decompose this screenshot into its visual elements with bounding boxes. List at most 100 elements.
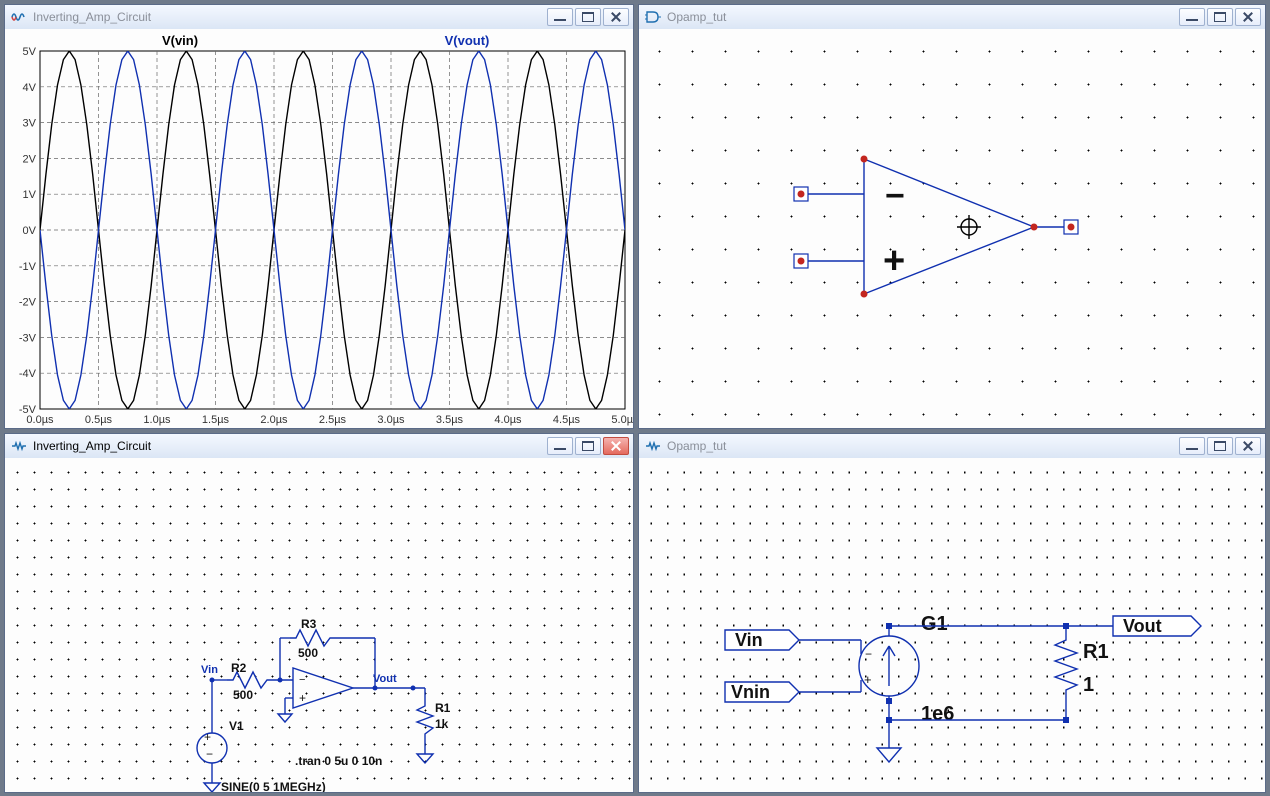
pin-out[interactable] xyxy=(1064,220,1078,234)
vout-port[interactable]: Vout xyxy=(1113,616,1201,636)
plus-sign: + xyxy=(883,240,905,282)
workspace: Inverting_Amp_Circuit 5V 4V 3V 2V 1V 0V -1V -2V… xyxy=(0,0,1270,796)
x-tick-label[interactable]: 1.5µs xyxy=(202,414,230,426)
plot-title: Inverting_Amp_Circuit xyxy=(33,10,541,24)
schematic-canvas[interactable]: + − V1 SINE(0 5 1MEGHz) Vin R2 xyxy=(5,458,633,792)
opamp-symbol[interactable]: − + xyxy=(639,29,1265,428)
maximize-button[interactable] xyxy=(1207,437,1233,455)
subckt-window[interactable]: Opamp_tut Vin Vnin xyxy=(638,433,1266,793)
v1-label[interactable]: V1 xyxy=(229,719,244,733)
maximize-button[interactable] xyxy=(575,8,601,26)
y-tick-label[interactable]: 1V xyxy=(23,189,37,201)
svg-text:+: + xyxy=(883,240,905,282)
vin-port[interactable]: Vin xyxy=(725,630,799,650)
y-tick-label[interactable]: -1V xyxy=(19,261,37,273)
schematic-titlebar[interactable]: Inverting_Amp_Circuit xyxy=(5,434,633,459)
waveform-icon xyxy=(11,9,27,25)
schematic-title: Inverting_Amp_Circuit xyxy=(33,439,541,453)
symbol-icon xyxy=(645,9,661,25)
y-tick-label[interactable]: 3V xyxy=(23,118,37,130)
x-tick-label[interactable]: 4.0µs xyxy=(494,414,522,426)
vin-net-label[interactable]: Vin xyxy=(201,664,218,676)
schematic-window[interactable]: Inverting_Amp_Circuit + − V1 xyxy=(4,433,634,793)
y-tick-label[interactable]: -4V xyxy=(19,368,37,380)
y-tick-label[interactable]: 0V xyxy=(23,225,37,237)
tran-directive[interactable]: .tran 0 5u 0 10n xyxy=(295,754,382,768)
minus-sign: − xyxy=(885,177,905,215)
r1-sub-label[interactable]: R1 xyxy=(1083,641,1109,663)
minimize-button[interactable] xyxy=(1179,8,1205,26)
svg-text:Vin: Vin xyxy=(735,630,763,650)
legend-vin[interactable]: V(vin) xyxy=(162,33,198,48)
symbol-editor-window[interactable]: Opamp_tut xyxy=(638,4,1266,429)
symbol-titlebar[interactable]: Opamp_tut xyxy=(639,5,1265,30)
minimize-button[interactable] xyxy=(1179,437,1205,455)
maximize-button[interactable] xyxy=(575,437,601,455)
y-tick-label[interactable]: -3V xyxy=(19,332,37,344)
y-tick-label[interactable]: 2V xyxy=(23,153,37,165)
close-button[interactable] xyxy=(1235,437,1261,455)
r3-label[interactable]: R3 xyxy=(301,617,317,631)
close-button[interactable] xyxy=(603,8,629,26)
legend-vout[interactable]: V(vout) xyxy=(445,33,490,48)
x-tick-label[interactable]: 5.0µs xyxy=(611,414,633,426)
pin-anchor-bot[interactable] xyxy=(861,291,867,297)
svg-text:−: − xyxy=(206,747,213,761)
r2-label[interactable]: R2 xyxy=(231,661,247,675)
subckt-canvas[interactable]: Vin Vnin − + G1 xyxy=(639,458,1265,792)
svg-text:+: + xyxy=(299,691,306,705)
pin-anchor-top[interactable] xyxy=(861,156,867,162)
r1-value[interactable]: 1k xyxy=(435,717,449,731)
vout-net-label[interactable]: Vout xyxy=(373,673,397,685)
minimize-button[interactable] xyxy=(547,437,573,455)
origin-marker xyxy=(957,215,981,239)
schematic-icon xyxy=(645,438,661,454)
plot-area[interactable]: 5V4V3V2V1V0V-1V-2V-3V-4V-5V 0.0µs0.5µs1.… xyxy=(5,29,633,428)
r3-resistor[interactable] xyxy=(290,630,336,646)
maximize-button[interactable] xyxy=(1207,8,1233,26)
close-button[interactable] xyxy=(1235,8,1261,26)
vnin-port[interactable]: Vnin xyxy=(725,682,799,702)
close-button[interactable] xyxy=(603,437,629,455)
g1-source[interactable]: − + xyxy=(859,636,919,696)
svg-text:−: − xyxy=(865,647,872,661)
subckt-title: Opamp_tut xyxy=(667,439,1173,453)
svg-text:−: − xyxy=(885,177,905,215)
x-tick-label[interactable]: 4.5µs xyxy=(553,414,581,426)
y-tick-label[interactable]: 5V xyxy=(23,46,37,58)
x-tick-label[interactable]: 0.5µs xyxy=(85,414,113,426)
x-tick-label[interactable]: 3.5µs xyxy=(436,414,464,426)
g1-label[interactable]: G1 xyxy=(921,613,948,635)
x-tick-label[interactable]: 3.0µs xyxy=(377,414,405,426)
r1-sub-resistor[interactable] xyxy=(1055,626,1077,720)
subckt-titlebar[interactable]: Opamp_tut xyxy=(639,434,1265,459)
r1-sub-value[interactable]: 1 xyxy=(1083,674,1094,696)
v1-source[interactable]: + − xyxy=(197,680,227,792)
svg-text:−: − xyxy=(299,674,305,686)
r1-resistor[interactable] xyxy=(417,702,433,740)
r1-label[interactable]: R1 xyxy=(435,701,451,715)
schematic-icon xyxy=(11,438,27,454)
svg-text:Vnin: Vnin xyxy=(731,682,770,702)
x-tick-label[interactable]: 0.0µs xyxy=(26,414,54,426)
opamp-instance[interactable]: − + xyxy=(293,668,353,708)
minimize-button[interactable] xyxy=(547,8,573,26)
symbol-canvas[interactable]: − + xyxy=(639,29,1265,428)
svg-text:+: + xyxy=(864,672,872,687)
sine-directive[interactable]: SINE(0 5 1MEGHz) xyxy=(221,780,326,792)
y-tick-label[interactable]: -2V xyxy=(19,297,37,309)
pin-minus[interactable] xyxy=(794,187,808,201)
y-tick-label[interactable]: 4V xyxy=(23,82,37,94)
plot-window[interactable]: Inverting_Amp_Circuit 5V 4V 3V 2V 1V 0V -1V -2V… xyxy=(4,4,634,429)
r3-value[interactable]: 500 xyxy=(298,646,318,660)
svg-text:+: + xyxy=(204,730,211,744)
svg-text:Vout: Vout xyxy=(1123,616,1162,636)
g1-value[interactable]: 1e6 xyxy=(921,703,954,725)
r2-value[interactable]: 500 xyxy=(233,688,253,702)
x-tick-label[interactable]: 2.5µs xyxy=(319,414,347,426)
x-tick-label[interactable]: 1.0µs xyxy=(143,414,171,426)
x-tick-label[interactable]: 2.0µs xyxy=(260,414,288,426)
pin-anchor-out[interactable] xyxy=(1031,224,1037,230)
plot-titlebar[interactable]: Inverting_Amp_Circuit xyxy=(5,5,633,30)
pin-plus[interactable] xyxy=(794,254,808,268)
